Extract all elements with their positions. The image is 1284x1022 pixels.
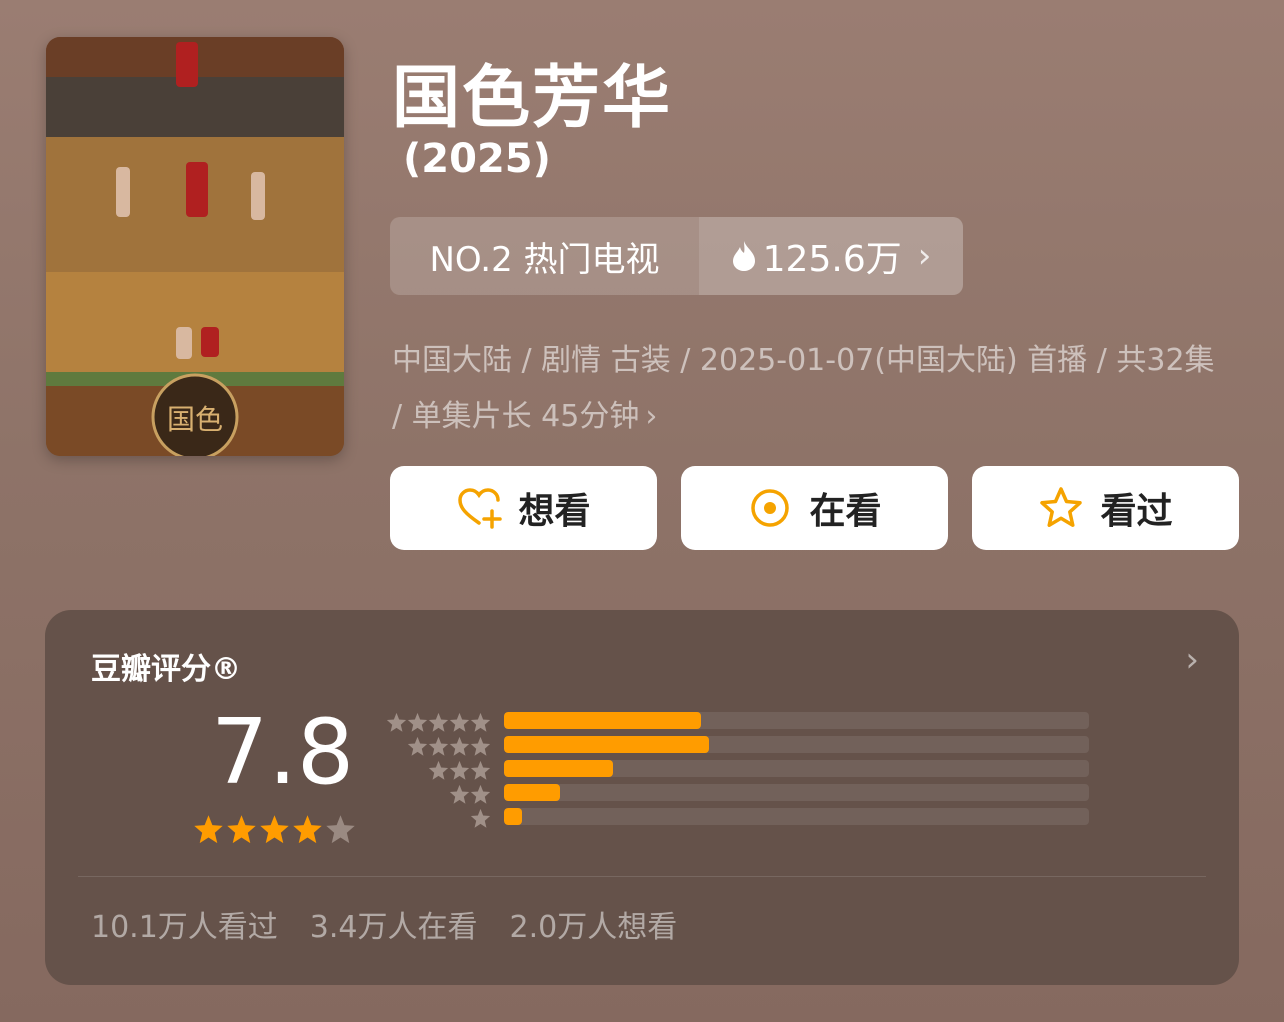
meta-text: 中国大陆 / 剧情 古装 / 2025-01-07(中国大陆) 首播 / 共32… [392, 343, 1215, 434]
score-stars [193, 814, 356, 845]
show-title: 国色芳华 [392, 59, 673, 138]
flame-icon [732, 241, 755, 271]
distribution-bar-track [504, 784, 1089, 801]
rating-stats: 10.1万人看过 3.4万人在看 2.0万人想看 [91, 902, 677, 946]
distribution-bar-track [504, 760, 1089, 777]
distribution-bar-4-star [504, 736, 709, 753]
rating-distribution [504, 712, 1089, 832]
heat-value: 125.6万 [762, 239, 902, 280]
poster-image[interactable]: 国色 [46, 37, 344, 456]
star-filled-icon [260, 815, 289, 844]
star-filled-icon [194, 815, 223, 844]
star-small-icon [428, 760, 449, 780]
star-small-icon [428, 712, 449, 732]
star-small-icon [470, 736, 491, 756]
stat-want: 2.0万人想看 [509, 910, 678, 945]
action-buttons: 想看 在看 看过 [390, 466, 1239, 550]
distribution-bar-3-star [504, 760, 614, 777]
watching-button[interactable]: 在看 [681, 466, 948, 550]
watched-button[interactable]: 看过 [972, 466, 1239, 550]
distribution-star-labels [381, 710, 491, 830]
heat-button[interactable]: 125.6万 › [699, 217, 963, 295]
distribution-bar-track [504, 808, 1089, 825]
star-small-icon [449, 736, 470, 756]
stat-watched: 10.1万人看过 [91, 910, 278, 945]
star-small-icon [470, 808, 491, 828]
star-small-icon [407, 712, 428, 732]
want-to-watch-label: 想看 [518, 491, 591, 532]
want-to-watch-button[interactable]: 想看 [390, 466, 657, 550]
svg-text:国色: 国色 [167, 403, 223, 436]
watched-label: 看过 [1100, 491, 1173, 532]
star-small-icon [449, 760, 470, 780]
distribution-bar-1-star [504, 808, 522, 825]
dist-star-row [381, 710, 491, 734]
star-small-icon [470, 712, 491, 732]
rank-label[interactable]: NO.2 热门电视 [390, 217, 699, 295]
star-small-icon [407, 736, 428, 756]
dist-star-row [381, 758, 491, 782]
distribution-bar-track [504, 712, 1089, 729]
star-small-icon [428, 736, 449, 756]
chevron-right-icon: › [1185, 640, 1199, 680]
divider [78, 876, 1206, 877]
watching-label: 在看 [809, 491, 882, 532]
heart-plus-icon [458, 488, 503, 529]
show-meta[interactable]: 中国大陆 / 剧情 古装 / 2025-01-07(中国大陆) 首播 / 共32… [392, 333, 1232, 445]
star-outline-icon [1040, 487, 1083, 527]
star-empty-icon [326, 815, 355, 844]
show-year: (2025) [403, 136, 551, 182]
dist-star-row [381, 806, 491, 830]
rating-card[interactable]: 豆瓣评分® › 7.8 10.1万人看过 3.4万人在看 2.0万人想看 [45, 610, 1239, 985]
chevron-right-icon: › [645, 399, 658, 434]
star-small-icon [449, 712, 470, 732]
target-icon [751, 489, 790, 527]
rating-title: 豆瓣评分® [91, 652, 241, 687]
distribution-bar-5-star [504, 712, 702, 729]
dist-star-row [381, 782, 491, 806]
star-small-icon [470, 760, 491, 780]
distribution-bar-2-star [504, 784, 561, 801]
distribution-bar-track [504, 736, 1089, 753]
star-filled-icon [293, 815, 322, 844]
stat-watching: 3.4万人在看 [309, 910, 478, 945]
star-small-icon [386, 712, 407, 732]
rating-score: 7.8 [211, 700, 355, 805]
ranking-pill[interactable]: NO.2 热门电视 125.6万 › [390, 217, 963, 295]
chevron-right-icon: › [917, 236, 932, 276]
star-small-icon [470, 784, 491, 804]
star-small-icon [449, 784, 470, 804]
dist-star-row [381, 734, 491, 758]
star-filled-icon [227, 815, 256, 844]
